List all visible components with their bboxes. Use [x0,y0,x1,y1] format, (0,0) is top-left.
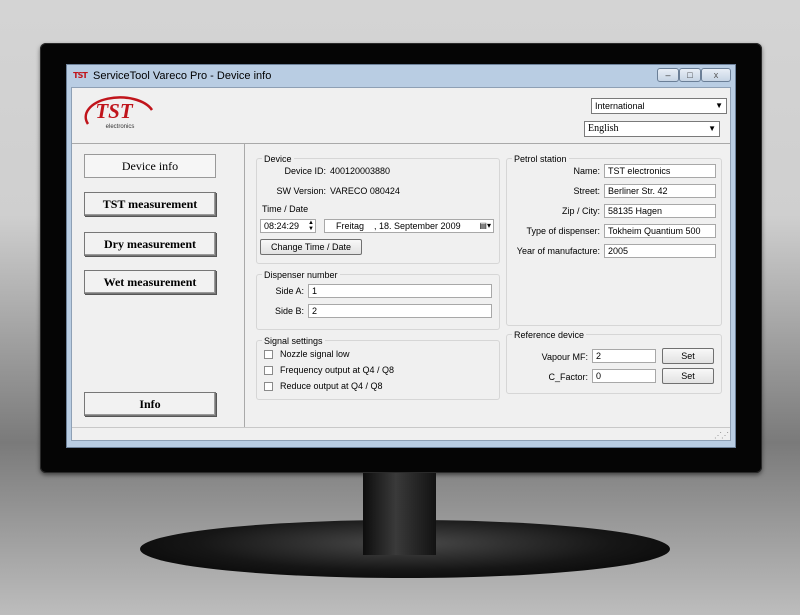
time-date-title: Time / Date [262,204,309,214]
street-field[interactable]: Berliner Str. 42 [604,184,716,198]
date-value: , 18. September 2009 [374,221,461,231]
c-factor-set-button[interactable]: Set [662,368,714,384]
nav-info-button[interactable]: Info [84,392,216,416]
device-id-value: 400120003880 [330,166,391,176]
calendar-dropdown-icon[interactable]: ▤▾ [479,220,491,232]
c-factor-field[interactable]: 0 [592,369,656,383]
time-value: 08:24:29 [264,221,300,231]
language-select-value: English [588,123,619,134]
nav-tst-measurement-button[interactable]: TST measurement [84,192,216,216]
side-b-label: Side B: [274,306,304,316]
sw-version-label: SW Version: [276,186,326,196]
time-field[interactable]: 08:24:29 ▲ ▼ [260,219,316,233]
logo-subtext: electronics [106,124,135,130]
chevron-down-icon: ▼ [715,101,723,110]
date-weekday: Freitag [336,221,365,231]
chevron-down-icon: ▼ [708,124,716,133]
year-field[interactable]: 2005 [604,244,716,258]
side-a-field[interactable]: 1 [308,284,492,298]
logo-text: TST [95,99,134,123]
frequency-output-checkbox[interactable] [264,366,273,375]
window-title: ServiceTool Vareco Pro - Device info [93,70,272,82]
title-bar[interactable]: TST ServiceTool Vareco Pro - Device info… [67,65,735,87]
monitor-stand-neck [363,473,436,555]
nozzle-signal-label: Nozzle signal low [280,349,350,359]
nav-wet-measurement-button[interactable]: Wet measurement [84,270,216,294]
app-window: TST ServiceTool Vareco Pro - Device info… [66,64,736,448]
name-label: Name: [573,166,600,176]
device-group-title: Device [262,154,294,164]
petrol-station-title: Petrol station [512,154,569,164]
zip-city-field[interactable]: 58135 Hagen [604,204,716,218]
reduce-output-label: Reduce output at Q4 / Q8 [280,381,383,391]
close-button[interactable]: x [701,68,731,82]
tst-electronics-logo: TST electronics [84,96,154,130]
vapour-mf-field[interactable]: 2 [592,349,656,363]
dispenser-number-title: Dispenser number [262,270,340,280]
vapour-mf-set-button[interactable]: Set [662,348,714,364]
dispenser-type-label: Type of dispenser: [526,226,600,236]
year-label: Year of manufacture: [516,246,600,256]
status-bar: ⋰⋰ [72,427,730,441]
minimize-button[interactable]: – [657,68,679,82]
change-time-date-button[interactable]: Change Time / Date [260,239,362,255]
language-select[interactable]: English ▼ [584,121,720,137]
device-id-label: Device ID: [284,166,326,176]
c-factor-label: C_Factor: [548,372,588,382]
side-b-field[interactable]: 2 [308,304,492,318]
app-logo-icon: TST [73,71,88,80]
nozzle-signal-checkbox[interactable] [264,350,273,359]
reference-device-group: Reference device [506,330,722,394]
reference-device-title: Reference device [512,330,587,340]
vapour-mf-label: Vapour MF: [541,352,588,362]
reduce-output-checkbox[interactable] [264,382,273,391]
region-select-value: International [595,101,645,111]
zip-city-label: Zip / City: [561,206,600,216]
date-picker[interactable]: Freitag , 18. September 2009 ▤▾ [324,219,494,233]
nav-device-info-button[interactable]: Device info [84,154,216,178]
dispenser-type-field[interactable]: Tokheim Quantium 500 [604,224,716,238]
sw-version-value: VARECO 080424 [330,186,400,196]
left-nav: Device info TST measurement Dry measurem… [72,144,245,427]
resize-grip-icon[interactable]: ⋰⋰ [714,431,729,440]
nav-dry-measurement-button[interactable]: Dry measurement [84,232,216,256]
signal-settings-title: Signal settings [262,336,325,346]
client-area: TST electronics International ▼ English … [71,87,731,441]
side-a-label: Side A: [275,286,304,296]
header-strip: TST electronics International ▼ English … [72,88,730,144]
name-field[interactable]: TST electronics [604,164,716,178]
region-select[interactable]: International ▼ [591,98,727,114]
street-label: Street: [573,186,600,196]
dispenser-number-group: Dispenser number [256,270,500,330]
frequency-output-label: Frequency output at Q4 / Q8 [280,365,395,375]
time-spin-icon[interactable]: ▲ ▼ [308,220,314,232]
maximize-button[interactable]: □ [679,68,701,82]
